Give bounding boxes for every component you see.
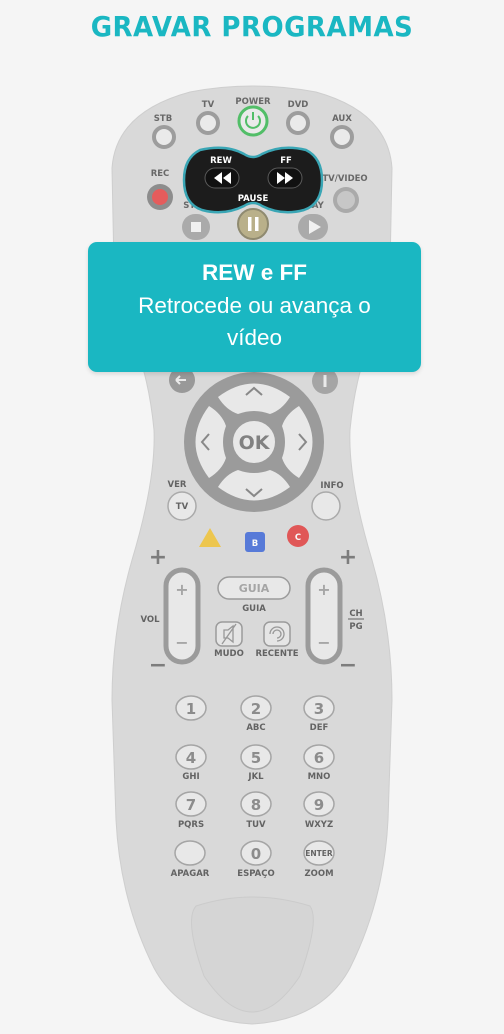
key-6-label: 6	[314, 749, 324, 767]
ch-plus-text: +	[339, 545, 357, 570]
ch-minus-text: −	[339, 653, 357, 678]
zoom-label: ZOOM	[304, 869, 333, 879]
pause-label: PAUSE	[238, 194, 269, 204]
rew-ff-callout: REW e FF Retrocede ou avança o vídeo	[88, 242, 421, 372]
vol-rocker-plus: +	[175, 580, 188, 599]
key-5-letters: JKL	[247, 772, 264, 782]
key-2-label: 2	[251, 700, 261, 718]
key-b-label: B	[252, 539, 258, 549]
callout-body: Retrocede ou avança o vídeo	[138, 293, 371, 350]
key-3-letters: DEF	[310, 723, 329, 733]
info-label: INFO	[320, 481, 343, 491]
rew-label: REW	[210, 156, 232, 166]
pg-label: PG	[349, 622, 362, 632]
keypad: 1 2 ABC 3 DEF 4 GHI 5 JKL 6 MNO 7 PQRS 8…	[175, 695, 335, 830]
tv-button[interactable]	[196, 111, 220, 135]
tvvideo-label: TV/VIDEO	[322, 174, 367, 184]
ok-label: OK	[239, 432, 271, 454]
key-c-label: C	[295, 533, 301, 543]
vol-plus-text: +	[149, 545, 167, 570]
dvd-button[interactable]	[286, 111, 310, 135]
key-4-letters: GHI	[182, 772, 199, 782]
vol-label: VOL	[140, 615, 160, 625]
ver-label: VER	[168, 480, 187, 490]
key-7-letters: PQRS	[178, 820, 204, 830]
key-5-label: 5	[251, 749, 261, 767]
power-button[interactable]	[237, 105, 269, 137]
stb-label: STB	[154, 114, 172, 124]
stop-icon	[191, 222, 201, 232]
mudo-label: MUDO	[214, 649, 244, 659]
key-7-label: 7	[186, 796, 196, 814]
key-1-label: 1	[186, 700, 196, 718]
key-3-label: 3	[314, 700, 324, 718]
guia-button-text: GUIA	[239, 582, 270, 595]
vol-rocker-minus: −	[175, 633, 188, 652]
key-8-letters: TUV	[246, 820, 266, 830]
key-9-letters: WXYZ	[305, 820, 333, 830]
guia-label: GUIA	[242, 604, 266, 614]
enter-label: ENTER	[305, 849, 333, 858]
apagar-button[interactable]	[174, 840, 206, 866]
key-8-label: 8	[251, 796, 261, 814]
pause-icon	[248, 217, 252, 231]
remote-control: STB TV POWER DVD AUX REC TV/VIDEO STOP P…	[111, 85, 393, 1025]
stb-button[interactable]	[152, 125, 176, 149]
vol-minus-text: −	[149, 653, 167, 678]
key-0-label: 0	[251, 845, 261, 863]
dvd-label: DVD	[288, 100, 309, 110]
apagar-label: APAGAR	[171, 869, 210, 879]
ch-rocker-plus: +	[317, 580, 330, 599]
tv-label: TV	[202, 100, 215, 110]
rec-label: REC	[151, 169, 170, 179]
key-2-letters: ABC	[246, 723, 265, 733]
callout-title: REW e FF	[202, 260, 307, 285]
key-4-label: 4	[186, 749, 196, 767]
recente-label: RECENTE	[255, 649, 298, 659]
espaco-label: ESPAÇO	[237, 869, 274, 879]
ver-tv-text: TV	[176, 502, 189, 512]
info-button[interactable]	[311, 491, 341, 521]
aux-button[interactable]	[330, 125, 354, 149]
key-6-letters: MNO	[308, 772, 331, 782]
recente-button[interactable]	[263, 621, 291, 647]
ff-label: FF	[280, 156, 292, 166]
ch-label: CH	[349, 609, 362, 619]
pause-button[interactable]	[237, 208, 269, 240]
ch-rocker-minus: −	[317, 633, 330, 652]
aux-label: AUX	[332, 114, 352, 124]
key-9-label: 9	[314, 796, 324, 814]
power-label: POWER	[235, 97, 271, 107]
